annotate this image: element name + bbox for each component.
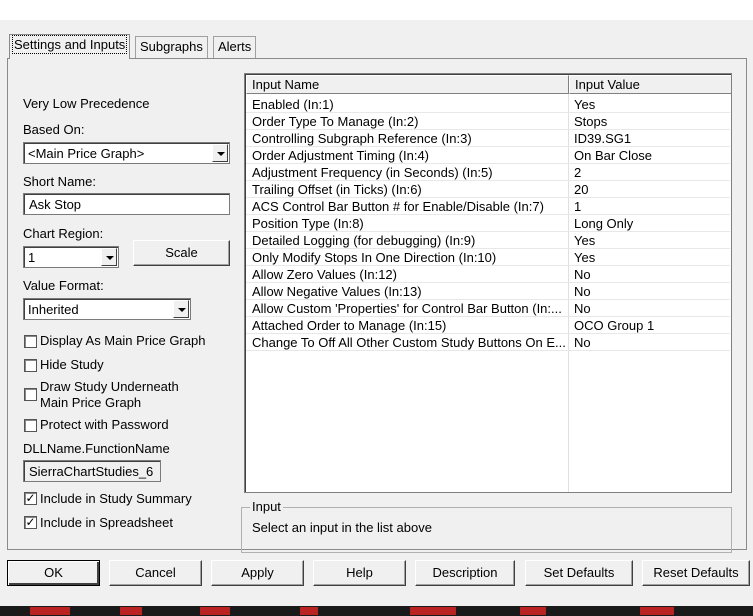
input-name-cell: Allow Custom 'Properties' for Control Ba… — [252, 301, 562, 316]
draw-underneath-label-line2: Main Price Graph — [40, 395, 142, 410]
input-value-cell[interactable]: No — [574, 301, 591, 316]
input-value-cell[interactable]: On Bar Close — [574, 148, 652, 163]
input-name-cell: Trailing Offset (in Ticks) (In:6) — [252, 182, 422, 197]
table-row[interactable]: Allow Negative Values (In:13) No — [246, 283, 730, 300]
input-name-cell: Enabled (In:1) — [252, 97, 334, 112]
input-value-cell[interactable]: ID39.SG1 — [574, 131, 631, 146]
input-value-cell[interactable]: 20 — [574, 182, 588, 197]
column-header-input-value[interactable]: Input Value — [569, 75, 731, 94]
input-name-cell: Change To Off All Other Custom Study But… — [252, 335, 566, 350]
input-value-cell[interactable]: Long Only — [574, 216, 633, 231]
input-value-cell[interactable]: Stops — [574, 114, 607, 129]
table-row[interactable]: Allow Zero Values (In:12) No — [246, 266, 730, 283]
apply-button[interactable]: Apply — [211, 560, 304, 586]
chart-region-select[interactable]: 1 — [23, 246, 119, 268]
value-format-label: Value Format: — [23, 278, 104, 293]
table-row[interactable]: Attached Order to Manage (In:15) OCO Grou… — [246, 317, 730, 334]
based-on-value: <Main Price Graph> — [28, 146, 145, 161]
tab-label: Settings and Inputs — [11, 35, 128, 54]
table-row[interactable]: Change To Off All Other Custom Study But… — [246, 334, 730, 351]
hide-study-checkbox[interactable] — [24, 359, 37, 372]
table-row[interactable]: Order Adjustment Timing (In:4) On Bar Clo… — [246, 147, 730, 164]
table-row[interactable]: ACS Control Bar Button # for Enable/Disa… — [246, 198, 730, 215]
input-value-cell[interactable]: No — [574, 335, 591, 350]
input-value-cell[interactable]: 2 — [574, 165, 581, 180]
reset-defaults-button[interactable]: Reset Defaults — [642, 560, 750, 586]
input-name-cell: Order Type To Manage (In:2) — [252, 114, 419, 129]
input-name-cell: Allow Zero Values (In:12) — [252, 267, 397, 282]
inputs-list[interactable]: Input Name Input Value Enabled (In:1) Yes… — [244, 73, 732, 493]
short-name-input[interactable]: Ask Stop — [23, 193, 230, 215]
input-name-cell: Controlling Subgraph Reference (In:3) — [252, 131, 472, 146]
include-spreadsheet-checkbox[interactable]: ✓ — [24, 515, 37, 529]
input-name-cell: Attached Order to Manage (In:15) — [252, 318, 447, 333]
dll-name-value: SierraChartStudies_6 — [29, 464, 154, 479]
include-spreadsheet-label: Include in Spreadsheet — [40, 515, 173, 530]
ok-button[interactable]: OK — [7, 560, 100, 586]
protect-password-checkbox[interactable] — [24, 419, 37, 432]
display-as-main-label: Display As Main Price Graph — [40, 333, 206, 348]
draw-underneath-label: Draw Study Underneath — [40, 379, 179, 394]
input-name-cell: ACS Control Bar Button # for Enable/Disa… — [252, 199, 544, 214]
table-row[interactable]: Allow Custom 'Properties' for Control Ba… — [246, 300, 730, 317]
input-group-title: Input — [250, 499, 283, 514]
protect-password-label: Protect with Password — [40, 417, 169, 432]
study-settings-dialog: Settings and Inputs Subgraphs Alerts Ver… — [0, 20, 753, 616]
input-value-cell[interactable]: Yes — [574, 233, 595, 248]
input-value-cell[interactable]: No — [574, 284, 591, 299]
input-value-cell[interactable]: No — [574, 267, 591, 282]
input-name-cell: Only Modify Stops In One Direction (In:1… — [252, 250, 497, 265]
short-name-label: Short Name: — [23, 174, 96, 189]
table-row[interactable]: Adjustment Frequency (in Seconds) (In:5)… — [246, 164, 730, 181]
hide-study-label: Hide Study — [40, 357, 104, 372]
input-name-cell: Detailed Logging (for debugging) (In:9) — [252, 233, 476, 248]
table-row[interactable]: Only Modify Stops In One Direction (In:1… — [246, 249, 730, 266]
based-on-select[interactable]: <Main Price Graph> — [23, 142, 230, 164]
table-row[interactable]: Controlling Subgraph Reference (In:3) ID3… — [246, 130, 730, 147]
include-study-summary-label: Include in Study Summary — [40, 491, 192, 506]
study-precedence-label: Very Low Precedence — [23, 96, 150, 111]
based-on-label: Based On: — [23, 122, 85, 137]
input-value-cell[interactable]: 1 — [574, 199, 581, 214]
value-format-value: Inherited — [28, 302, 79, 317]
input-value-cell[interactable]: OCO Group 1 — [574, 318, 654, 333]
background-chart-strip — [0, 606, 753, 616]
input-value-cell[interactable]: Yes — [574, 250, 595, 265]
column-header-input-name[interactable]: Input Name — [246, 75, 569, 94]
dll-name-field: SierraChartStudies_6 — [23, 460, 161, 482]
input-group-message: Select an input in the list above — [252, 520, 432, 535]
chevron-down-icon[interactable] — [212, 144, 228, 162]
tab-label: Subgraphs — [140, 39, 203, 54]
draw-underneath-checkbox[interactable] — [24, 388, 37, 401]
cancel-button[interactable]: Cancel — [109, 560, 202, 586]
table-row[interactable]: Trailing Offset (in Ticks) (In:6) 20 — [246, 181, 730, 198]
chart-region-value: 1 — [28, 250, 36, 265]
input-name-cell: Order Adjustment Timing (In:4) — [252, 148, 430, 163]
input-description-group: Input Select an input in the list above — [241, 499, 732, 553]
input-name-cell: Allow Negative Values (In:13) — [252, 284, 422, 299]
include-study-summary-checkbox[interactable]: ✓ — [24, 491, 37, 505]
display-as-main-checkbox[interactable] — [24, 335, 37, 348]
table-row[interactable]: Enabled (In:1) Yes — [246, 96, 730, 113]
input-value-cell[interactable]: Yes — [574, 97, 595, 112]
scale-button[interactable]: Scale — [133, 240, 230, 266]
value-format-select[interactable]: Inherited — [23, 298, 191, 320]
input-name-cell: Adjustment Frequency (in Seconds) (In:5) — [252, 165, 493, 180]
table-row[interactable]: Detailed Logging (for debugging) (In:9) Y… — [246, 232, 730, 249]
set-defaults-button[interactable]: Set Defaults — [525, 560, 633, 586]
table-row[interactable]: Order Type To Manage (In:2) Stops — [246, 113, 730, 130]
chart-region-label: Chart Region: — [23, 226, 104, 241]
short-name-value: Ask Stop — [29, 197, 82, 212]
chevron-down-icon[interactable] — [101, 248, 117, 266]
table-row[interactable]: Position Type (In:8) Long Only — [246, 215, 730, 232]
tab-settings-and-inputs[interactable]: Settings and Inputs — [9, 34, 131, 59]
input-name-cell: Position Type (In:8) — [252, 216, 364, 231]
description-button[interactable]: Description — [415, 560, 515, 586]
tab-label: Alerts — [218, 39, 252, 54]
help-button[interactable]: Help — [313, 560, 406, 586]
chevron-down-icon[interactable] — [173, 300, 189, 318]
dll-name-label: DLLName.FunctionName — [23, 441, 170, 456]
tab-alerts[interactable]: Alerts — [213, 36, 257, 58]
tab-subgraphs[interactable]: Subgraphs — [135, 36, 208, 58]
